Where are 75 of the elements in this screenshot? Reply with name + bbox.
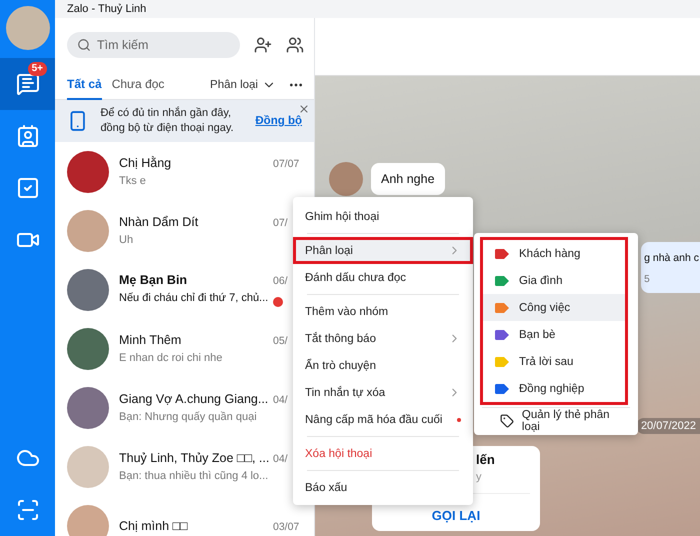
message-preview: Nếu đi cháu chỉ đi thứ 7, chủ... (119, 292, 268, 304)
message-time: 03/07 (273, 520, 300, 532)
menu-item[interactable]: Ghim hội thoại (293, 203, 473, 230)
menu-item[interactable]: Xóa hội thoại (293, 440, 473, 467)
tag-label: Bạn bè (519, 328, 556, 340)
tag-item[interactable]: Trả lời sau (483, 348, 625, 375)
menu-item[interactable]: Tin nhắn tự xóa (293, 379, 473, 406)
tag-label: Trả lời sau (519, 356, 574, 368)
banner-text: Để có đủ tin nhắn gần đây, đồng bộ từ điện thoại ngay. (100, 106, 235, 136)
tag-item[interactable]: Bạn bè (483, 321, 625, 348)
message-text: g nhà anh c (644, 252, 699, 264)
close-icon[interactable] (298, 103, 310, 115)
search-placeholder: Tìm kiếm (97, 38, 148, 52)
avatar (67, 268, 109, 310)
date-label: 20/07/2022 (636, 418, 700, 434)
tag-item[interactable]: Khách hàng (483, 240, 625, 267)
message-preview: Bạn: Nhưng quấy quần quại (119, 411, 257, 423)
menu-item[interactable]: Nâng cấp mã hóa đầu cuối (293, 406, 473, 433)
tag-label: Công việc (519, 302, 570, 314)
avatar (67, 504, 109, 536)
message-preview: Uh (119, 234, 134, 246)
tag-label: Gia đình (519, 274, 562, 286)
message-time: 5 (644, 274, 651, 285)
avatar (67, 446, 109, 488)
unread-dot (273, 296, 283, 306)
avatar (67, 150, 109, 192)
avatar (67, 386, 109, 428)
new-dot (457, 418, 461, 422)
menu-item[interactable]: Tắt thông báo (293, 325, 473, 352)
tag-label: Đồng nghiệp (519, 382, 584, 394)
add-friend-icon[interactable] (254, 36, 272, 54)
menu-item[interactable]: Phân loại (293, 237, 473, 264)
tag-item[interactable]: Gia đình (483, 267, 625, 294)
call-subtitle: y (476, 471, 482, 483)
create-group-icon[interactable] (286, 36, 304, 54)
message-preview: E nhan dc roi chi nhe (119, 352, 222, 364)
contact-name: Minh Thêm (119, 333, 182, 347)
tag-label: Khách hàng (519, 248, 580, 260)
filter-dropdown[interactable]: Phân loại (210, 78, 258, 90)
menu-item[interactable]: Ẩn trò chuyện (293, 352, 473, 379)
contact-name: Chị mình □□ (119, 518, 188, 532)
chat-icon (16, 72, 40, 96)
window-title: Zalo - Thuỷ Linh (55, 0, 700, 18)
search-field[interactable]: Tìm kiếm (67, 32, 240, 58)
tag-icon (500, 414, 514, 428)
message-time: 04/ (273, 394, 289, 406)
manage-tags-label: Quản lý thẻ phân loại (522, 408, 611, 432)
message-time: 07/ (273, 217, 289, 229)
sidebar-tab[interactable]: 5+ (0, 58, 55, 110)
contact-name: Thuỷ Linh, Thủy Zoe □□, ... (119, 451, 270, 465)
message-preview: Bạn: thua nhiều thì cũng 4 lo... (119, 470, 268, 482)
tab[interactable]: Chưa đọc (112, 70, 164, 100)
manage-tags-item[interactable]: Quản lý thẻ phân loại (482, 407, 630, 433)
unread-badge: 5+ (28, 62, 47, 76)
message-time: 07/07 (273, 158, 300, 170)
avatar (67, 328, 109, 370)
message-bubble: Anh nghe (371, 163, 445, 195)
contact-name: Mẹ Bạn Bin (119, 272, 188, 286)
message-preview: Tks e (119, 175, 146, 187)
search-icon (77, 38, 91, 52)
contacts-icon (16, 124, 40, 148)
sync-link[interactable]: Đồng bộ (255, 115, 302, 127)
call-title: lến (476, 452, 496, 467)
avatar (67, 210, 109, 252)
sender-avatar (329, 162, 363, 196)
profile-avatar[interactable] (6, 6, 50, 50)
menu-item[interactable]: Thêm vào nhóm (293, 298, 473, 325)
contact-name: Giang Vợ A.chung Giang... (119, 392, 268, 406)
menu-item[interactable]: Đánh dấu chưa đọc (293, 264, 473, 291)
tag-item[interactable]: Đồng nghiệp (483, 375, 625, 402)
contact-name: Chị Hằng (119, 156, 172, 170)
tag-item[interactable]: Công việc (483, 294, 625, 321)
checkbox-icon (16, 176, 40, 200)
scan-icon (16, 498, 40, 522)
contact-name: Nhàn Dẩm Dít (119, 215, 198, 229)
